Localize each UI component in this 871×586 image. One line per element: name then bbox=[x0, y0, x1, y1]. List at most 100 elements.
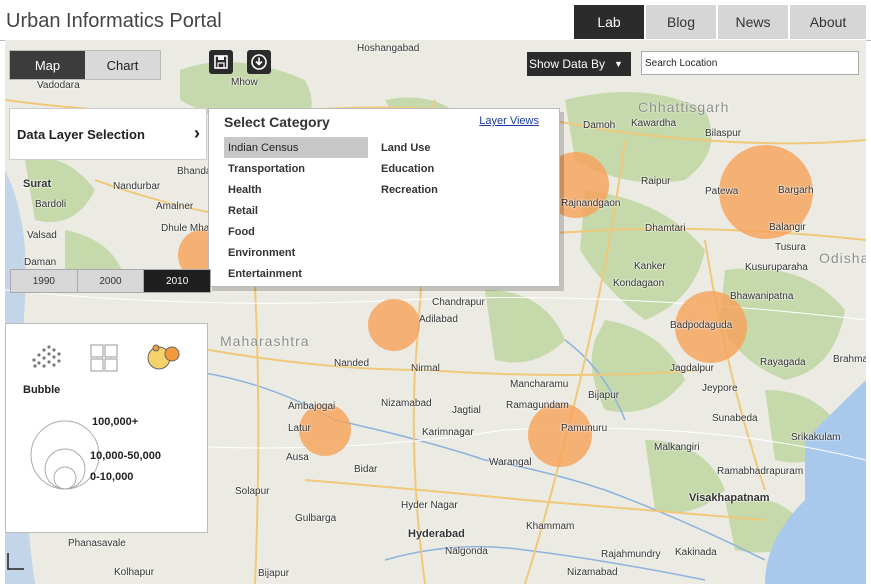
map-label: Kakinada bbox=[675, 547, 717, 558]
map-label: Kanker bbox=[634, 261, 666, 272]
category-health[interactable]: Health bbox=[224, 179, 368, 200]
map-label: Nizamabad bbox=[567, 567, 618, 578]
view-toggle: Map Chart bbox=[9, 50, 161, 80]
top-nav: Lab Blog News About bbox=[572, 5, 866, 39]
map-label: Ramabhadrapuram bbox=[717, 466, 804, 477]
map-label: Brahmapur bbox=[833, 354, 866, 365]
map-label: Badpodaguda bbox=[670, 320, 733, 331]
layer-views-link[interactable]: Layer Views bbox=[479, 115, 539, 127]
map-label: Malkangiri bbox=[654, 442, 700, 453]
map-label: Bijapur bbox=[588, 390, 620, 401]
map-label: Hoshangabad bbox=[357, 43, 420, 54]
map-label: Rayagada bbox=[760, 357, 806, 368]
map-label: Visakhapatnam bbox=[689, 492, 770, 504]
map-label: Nandurbar bbox=[113, 181, 161, 192]
year-2010[interactable]: 2010 bbox=[144, 270, 211, 292]
map-label: Patewa bbox=[705, 186, 739, 197]
map-label: Bidar bbox=[354, 464, 378, 475]
map-label: Nanded bbox=[334, 358, 370, 369]
map-label: Jagdalpur bbox=[670, 363, 714, 374]
download-icon bbox=[251, 54, 267, 70]
category-transportation[interactable]: Transportation bbox=[224, 158, 368, 179]
map-label: Amalner bbox=[156, 201, 194, 212]
map-view-button[interactable]: Map bbox=[10, 51, 85, 79]
category-education[interactable]: Education bbox=[377, 158, 477, 179]
legend-range-small: 0-10,000 bbox=[90, 471, 134, 483]
map-label: Dhamtari bbox=[645, 223, 686, 234]
map-label: Khammam bbox=[526, 521, 575, 532]
nav-news[interactable]: News bbox=[718, 5, 788, 39]
map-label: Adilabad bbox=[419, 314, 458, 325]
map-label: Bijapur bbox=[258, 568, 290, 579]
corner-handle-icon[interactable] bbox=[6, 553, 24, 571]
map-label: Phanasavale bbox=[68, 538, 126, 549]
map-label: Sunabeda bbox=[712, 413, 758, 424]
category-column-1: Indian Census Transportation Health Reta… bbox=[224, 137, 368, 284]
nav-lab[interactable]: Lab bbox=[574, 5, 644, 39]
map-label: Bardoli bbox=[35, 199, 67, 210]
map-label: Chhattisgarh bbox=[638, 99, 730, 115]
map-label: Bargarh bbox=[778, 185, 814, 196]
map-label: Raipur bbox=[641, 176, 671, 187]
map-label: Kondagaon bbox=[613, 278, 665, 289]
map-label: Jeypore bbox=[702, 383, 738, 394]
map-label: Damoh bbox=[583, 120, 616, 131]
map-label: Rajahmundry bbox=[601, 549, 661, 560]
search-location-input[interactable] bbox=[641, 51, 859, 75]
dots-icon[interactable] bbox=[30, 344, 64, 370]
map-label: Ambajogai bbox=[288, 401, 336, 412]
map-label: Karimnagar bbox=[422, 427, 474, 438]
map-label: Mhow bbox=[231, 77, 258, 88]
chevron-right-icon: › bbox=[194, 123, 200, 143]
show-data-by-label: Show Data By bbox=[529, 57, 606, 71]
category-recreation[interactable]: Recreation bbox=[377, 179, 477, 200]
map-label: Nizamabad bbox=[381, 398, 432, 409]
category-panel: Select Category Layer Views Indian Censu… bbox=[208, 108, 560, 287]
year-2000[interactable]: 2000 bbox=[78, 270, 145, 292]
map-label: Nirmal bbox=[411, 363, 440, 374]
bubble-icon[interactable] bbox=[143, 340, 183, 372]
nav-about[interactable]: About bbox=[790, 5, 866, 39]
category-land-use[interactable]: Land Use bbox=[377, 137, 477, 158]
map-label: Nalgonda bbox=[445, 546, 488, 557]
legend-panel: Bubble 100,000+ 10,000-50,000 0-10,000 bbox=[5, 323, 208, 533]
map-label: Valsad bbox=[27, 230, 57, 241]
data-layer-selection-button[interactable]: Data Layer Selection › bbox=[9, 108, 207, 160]
grid-icon[interactable] bbox=[90, 344, 118, 372]
map-label: Maharashtra bbox=[220, 333, 310, 349]
year-selector: 1990 2000 2010 bbox=[10, 269, 211, 293]
map-label: Jagtial bbox=[452, 405, 481, 416]
map-label: Tusura bbox=[775, 242, 806, 253]
app-header: Urban Informatics Portal Lab Blog News A… bbox=[0, 0, 871, 41]
map-label: Balangir bbox=[769, 222, 806, 233]
category-retail[interactable]: Retail bbox=[224, 200, 368, 221]
legend-range-large: 100,000+ bbox=[92, 416, 139, 428]
map-label: Bilaspur bbox=[705, 128, 742, 139]
map-label: Solapur bbox=[235, 486, 270, 497]
map-label: Daman bbox=[24, 257, 57, 268]
map-label: Gulbarga bbox=[295, 513, 337, 524]
map-label: Hyderabad bbox=[408, 528, 465, 540]
category-food[interactable]: Food bbox=[224, 221, 368, 242]
map-label: Chandrapur bbox=[432, 297, 485, 308]
year-1990[interactable]: 1990 bbox=[11, 270, 78, 292]
map-label: Mancharamu bbox=[510, 379, 569, 390]
map-label: Ramagundam bbox=[506, 400, 569, 411]
map-label: Hyder Nagar bbox=[401, 500, 458, 511]
caret-down-icon: ▼ bbox=[614, 59, 623, 69]
map-label: Ausa bbox=[286, 452, 309, 463]
show-data-by-dropdown[interactable]: Show Data By ▼ bbox=[527, 52, 631, 76]
chart-view-button[interactable]: Chart bbox=[85, 51, 160, 79]
map-label: Rajnandgaon bbox=[561, 198, 621, 209]
app-title: Urban Informatics Portal bbox=[6, 10, 222, 32]
map-label: Kawardha bbox=[631, 118, 677, 129]
category-entertainment[interactable]: Entertainment bbox=[224, 263, 368, 284]
category-environment[interactable]: Environment bbox=[224, 242, 368, 263]
nav-blog[interactable]: Blog bbox=[646, 5, 716, 39]
map-label: Warangal bbox=[489, 457, 532, 468]
download-button[interactable] bbox=[247, 50, 271, 74]
category-indian-census[interactable]: Indian Census bbox=[224, 137, 368, 158]
save-button[interactable] bbox=[209, 50, 233, 74]
map-label: Srikakulam bbox=[791, 432, 841, 443]
map-label: Bhawanipatna bbox=[730, 291, 794, 302]
